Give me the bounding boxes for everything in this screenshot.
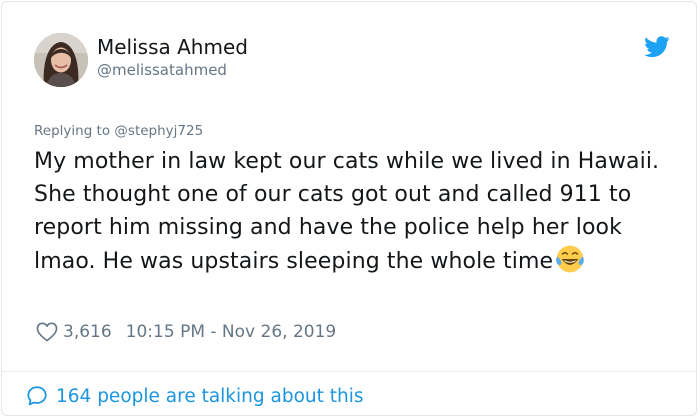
like-count[interactable]: 3,616 [63, 322, 112, 342]
twitter-bird-icon[interactable] [644, 36, 670, 58]
tweet-meta: 3,616 10:15 PM - Nov 26, 2019 [36, 320, 336, 344]
divider [2, 371, 696, 372]
replying-to-label: Replying to [34, 123, 111, 139]
tweet-card: Melissa Ahmed @melissatahmed Replying to… [1, 1, 697, 416]
avatar-photo [34, 33, 88, 87]
speech-bubble-icon [27, 386, 47, 406]
conversation-label[interactable]: 164 people are talking about this [56, 386, 364, 407]
reply-mention-link[interactable]: @stephyj725 [114, 123, 203, 139]
tweet-timestamp[interactable]: 10:15 PM - Nov 26, 2019 [126, 322, 337, 342]
heart-icon[interactable] [36, 322, 58, 342]
avatar[interactable] [34, 33, 88, 87]
conversation-link[interactable]: 164 people are talking about this [26, 384, 364, 408]
user-handle[interactable]: @melissatahmed [97, 61, 227, 79]
tweet-text: My mother in law kept our cats while we … [34, 145, 684, 278]
face-with-tears-of-joy-icon [556, 245, 584, 273]
replying-to: Replying to @stephyj725 [34, 123, 203, 139]
display-name[interactable]: Melissa Ahmed [97, 35, 248, 59]
